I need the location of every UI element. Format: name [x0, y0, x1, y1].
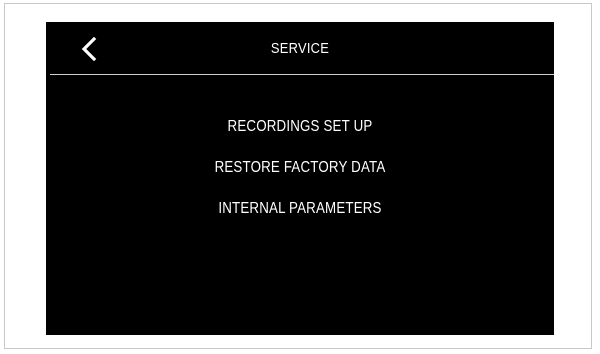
- header-bar: SERVICE: [46, 22, 554, 76]
- page-title: SERVICE: [270, 40, 330, 57]
- service-screen: SERVICE RECORDINGS SET UP RESTORE FACTOR…: [46, 22, 554, 335]
- service-menu: RECORDINGS SET UP RESTORE FACTORY DATA I…: [46, 113, 554, 236]
- header-divider: [50, 74, 554, 75]
- menu-item-restore-factory-data[interactable]: RESTORE FACTORY DATA: [82, 154, 519, 181]
- menu-item-recordings-set-up[interactable]: RECORDINGS SET UP: [82, 113, 519, 140]
- menu-item-internal-parameters[interactable]: INTERNAL PARAMETERS: [82, 195, 519, 222]
